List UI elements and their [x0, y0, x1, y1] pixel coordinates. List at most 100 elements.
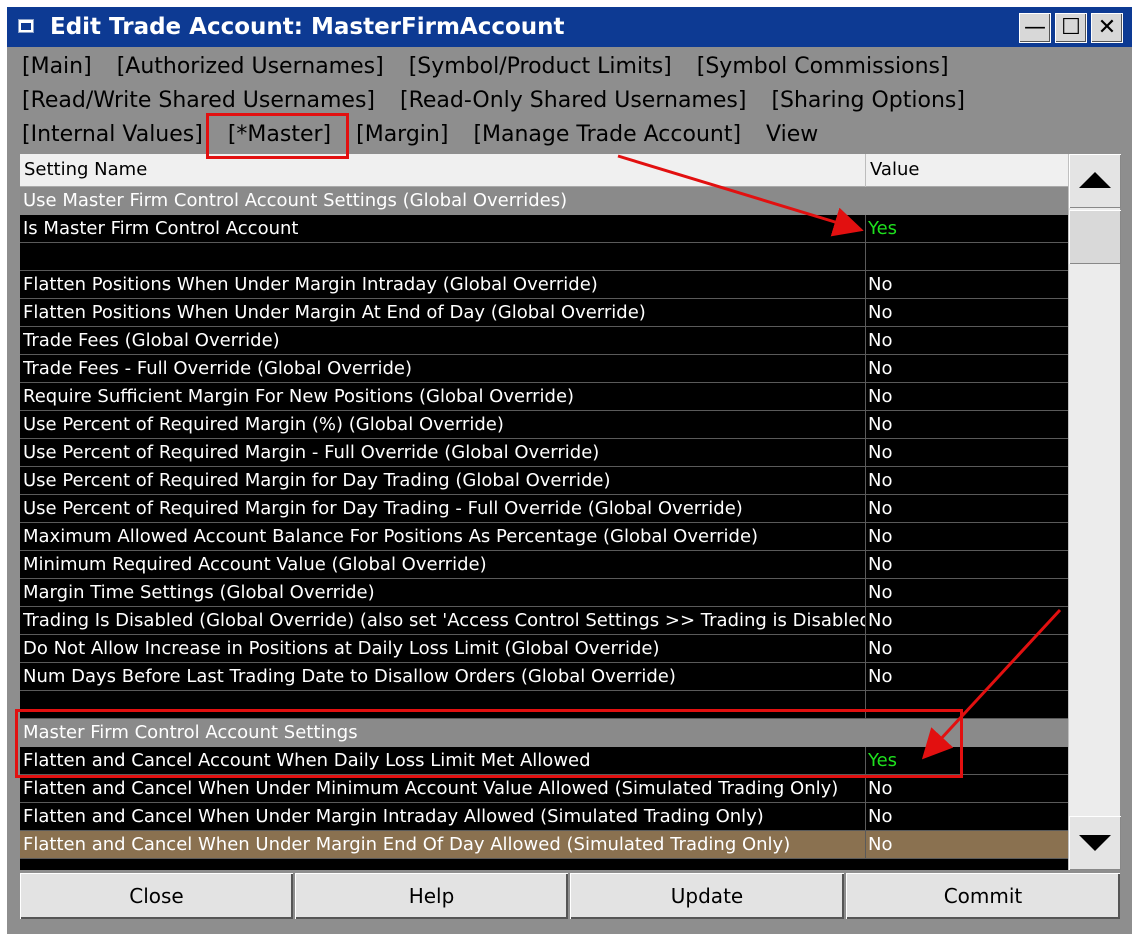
- section-row[interactable]: Use Master Firm Control Account Settings…: [20, 187, 1068, 215]
- setting-value-cell[interactable]: No: [868, 299, 892, 326]
- minimize-button[interactable]: —: [1019, 13, 1051, 43]
- setting-value-cell[interactable]: No: [868, 831, 892, 858]
- setting-value-cell[interactable]: No: [868, 607, 892, 634]
- setting-value-cell[interactable]: No: [868, 327, 892, 354]
- tab-view[interactable]: View: [766, 122, 818, 147]
- setting-name-cell: Use Master Firm Control Account Settings…: [23, 190, 568, 211]
- cell-divider: [865, 299, 866, 327]
- setting-value-cell[interactable]: No: [868, 467, 892, 494]
- cell-divider: [865, 831, 866, 859]
- setting-value-cell[interactable]: No: [868, 271, 892, 298]
- maximize-button[interactable]: ☐: [1055, 13, 1087, 43]
- column-divider: [865, 154, 866, 187]
- tab-read-write-shared-usernames[interactable]: [Read/Write Shared Usernames]: [22, 88, 375, 113]
- window-title: Edit Trade Account: MasterFirmAccount: [50, 14, 565, 40]
- cell-divider: [865, 579, 866, 607]
- close-button[interactable]: Close: [20, 873, 293, 919]
- table-row[interactable]: Num Days Before Last Trading Date to Dis…: [20, 663, 1068, 691]
- setting-name-cell: Do Not Allow Increase in Positions at Da…: [23, 638, 660, 659]
- table-row[interactable]: Margin Time Settings (Global Override) No: [20, 579, 1068, 607]
- minimize-icon: —: [1024, 15, 1046, 40]
- setting-name-cell: Margin Time Settings (Global Override): [23, 582, 375, 603]
- grid-header: Setting Name Value: [20, 154, 1068, 187]
- tab-internal-values[interactable]: [Internal Values]: [22, 122, 203, 147]
- cell-divider: [865, 803, 866, 831]
- cell-divider: [865, 495, 866, 523]
- table-row[interactable]: Is Master Firm Control Account Yes: [20, 215, 1068, 243]
- tab-margin[interactable]: [Margin]: [356, 122, 448, 147]
- master-tab-highlight-box: [206, 113, 349, 159]
- setting-value-cell[interactable]: No: [868, 411, 892, 438]
- setting-value-cell[interactable]: No: [868, 523, 892, 550]
- tab-read-only-shared-usernames[interactable]: [Read-Only Shared Usernames]: [400, 88, 746, 113]
- cell-divider: [865, 663, 866, 691]
- cell-divider: [865, 635, 866, 663]
- tab-main[interactable]: [Main]: [22, 54, 92, 79]
- table-row[interactable]: Do Not Allow Increase in Positions at Da…: [20, 635, 1068, 663]
- cell-divider: [865, 775, 866, 803]
- column-header-value[interactable]: Value: [870, 159, 919, 180]
- setting-name-cell: Is Master Firm Control Account: [23, 218, 299, 239]
- tab-manage-trade-account[interactable]: [Manage Trade Account]: [473, 122, 741, 147]
- table-row[interactable]: Trade Fees - Full Override (Global Overr…: [20, 355, 1068, 383]
- table-row[interactable]: Flatten and Cancel When Under Margin End…: [20, 831, 1068, 859]
- cell-divider: [865, 439, 866, 467]
- setting-value-cell[interactable]: Yes: [868, 215, 897, 242]
- table-row[interactable]: Flatten Positions When Under Margin Intr…: [20, 271, 1068, 299]
- setting-name-cell: Use Percent of Required Margin for Day T…: [23, 498, 743, 519]
- table-row[interactable]: Flatten Positions When Under Margin At E…: [20, 299, 1068, 327]
- table-row[interactable]: Use Percent of Required Margin for Day T…: [20, 495, 1068, 523]
- table-row[interactable]: Flatten and Cancel When Under Minimum Ac…: [20, 775, 1068, 803]
- table-row[interactable]: Trading Is Disabled (Global Override) (a…: [20, 607, 1068, 635]
- scroll-up-button[interactable]: [1069, 154, 1121, 208]
- setting-value-cell[interactable]: No: [868, 803, 892, 830]
- table-row[interactable]: Trade Fees (Global Override) No: [20, 327, 1068, 355]
- table-row[interactable]: Use Percent of Required Margin for Day T…: [20, 467, 1068, 495]
- setting-value-cell[interactable]: No: [868, 383, 892, 410]
- setting-value-cell[interactable]: No: [868, 551, 892, 578]
- vertical-scrollbar[interactable]: [1068, 154, 1121, 870]
- table-row[interactable]: Maximum Allowed Account Balance For Posi…: [20, 523, 1068, 551]
- setting-name-cell: Use Percent of Required Margin for Day T…: [23, 470, 611, 491]
- table-row[interactable]: Use Percent of Required Margin - Full Ov…: [20, 439, 1068, 467]
- tab-authorized-usernames[interactable]: [Authorized Usernames]: [117, 54, 384, 79]
- table-row[interactable]: Minimum Required Account Value (Global O…: [20, 551, 1068, 579]
- setting-value-cell[interactable]: No: [868, 775, 892, 802]
- help-button[interactable]: Help: [295, 873, 568, 919]
- setting-value-cell[interactable]: No: [868, 635, 892, 662]
- cell-divider: [865, 383, 866, 411]
- setting-value-cell[interactable]: No: [868, 355, 892, 382]
- button-bar: Close Help Update Commit: [20, 873, 1120, 919]
- table-row[interactable]: [20, 243, 1068, 271]
- title-bar[interactable]: Edit Trade Account: MasterFirmAccount — …: [7, 7, 1132, 47]
- app-icon: [18, 19, 34, 33]
- menu-row-3: [Internal Values] [*Master] [Margin] [Manag…: [22, 120, 843, 150]
- maximize-icon: ☐: [1061, 15, 1081, 40]
- setting-name-cell: Flatten and Cancel When Under Margin Int…: [23, 806, 764, 827]
- table-row[interactable]: Flatten and Cancel When Under Margin Int…: [20, 803, 1068, 831]
- cell-divider: [865, 551, 866, 579]
- scroll-down-button[interactable]: [1069, 816, 1121, 870]
- update-button[interactable]: Update: [570, 873, 844, 919]
- setting-value-cell[interactable]: No: [868, 663, 892, 690]
- setting-value-cell[interactable]: No: [868, 495, 892, 522]
- commit-button[interactable]: Commit: [846, 873, 1120, 919]
- cell-divider: [865, 467, 866, 495]
- table-row[interactable]: Use Percent of Required Margin (%) (Glob…: [20, 411, 1068, 439]
- cell-divider: [865, 411, 866, 439]
- column-header-setting-name[interactable]: Setting Name: [24, 159, 147, 180]
- setting-value-cell[interactable]: No: [868, 439, 892, 466]
- tab-symbol-commissions[interactable]: [Symbol Commissions]: [697, 54, 949, 79]
- table-row[interactable]: Require Sufficient Margin For New Positi…: [20, 383, 1068, 411]
- scroll-down-icon: [1079, 835, 1111, 851]
- cell-divider: [865, 355, 866, 383]
- menu-row-1: [Main] [Authorized Usernames] [Symbol/Prod…: [22, 52, 974, 82]
- tab-symbol-product-limits[interactable]: [Symbol/Product Limits]: [409, 54, 672, 79]
- close-window-button[interactable]: ✕: [1091, 13, 1123, 43]
- setting-name-cell: Trade Fees (Global Override): [23, 330, 280, 351]
- setting-name-cell: Flatten and Cancel When Under Minimum Ac…: [23, 778, 839, 799]
- scroll-thumb[interactable]: [1069, 210, 1121, 264]
- edit-trade-account-window: Edit Trade Account: MasterFirmAccount — …: [7, 7, 1132, 934]
- setting-value-cell[interactable]: No: [868, 579, 892, 606]
- tab-sharing-options[interactable]: [Sharing Options]: [771, 88, 965, 113]
